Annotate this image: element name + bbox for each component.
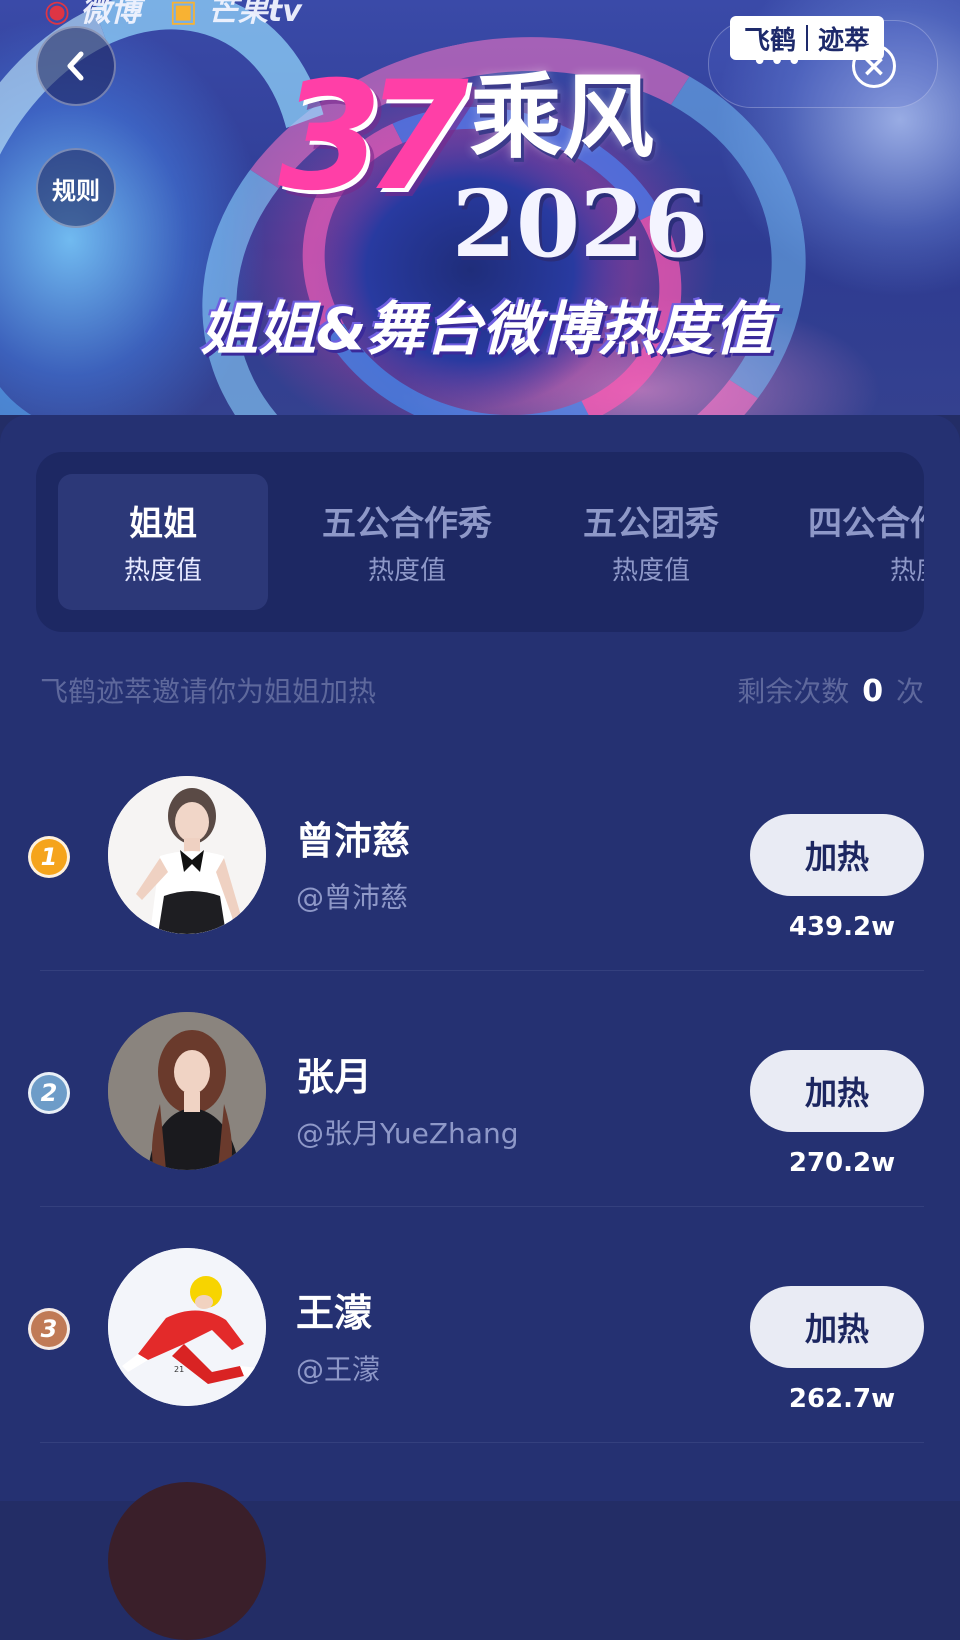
tab-title: 五公团秀 [583,504,719,544]
avatar: 21 [108,1248,266,1406]
tab-five-group-show[interactable]: 五公团秀 热度值 [534,452,768,632]
banner-year: 2026 [452,170,709,278]
tab-four-collab-show[interactable]: 四公合作 热度值 [808,452,924,632]
list-item: 1 曾沛慈 @曾沛慈 加热 439.2w [0,752,960,988]
avatar-portrait-icon [108,776,266,934]
row-divider [40,1206,924,1207]
tab-sisters[interactable]: 姐姐 热度值 [36,452,290,632]
more-icon[interactable]: ••• [752,49,804,75]
boost-button[interactable]: 加热 [750,814,924,896]
contestant-handle[interactable]: @曾沛慈 [296,876,408,916]
remaining-number: 0 [862,674,884,709]
remaining-suffix: 次 [895,675,924,708]
contestant-name: 曾沛慈 [296,819,411,863]
back-button[interactable] [36,26,116,106]
rank-badge: 2 [28,1072,70,1114]
heat-score: 262.7w [788,1384,896,1414]
tab-title: 姐姐 [129,504,197,544]
rules-button[interactable]: 规则 [36,148,116,228]
remaining-prefix: 剩余次数 [737,675,850,708]
avatar-portrait-icon: 21 [108,1248,266,1406]
tab-subtitle: 热度值 [367,556,446,586]
mango-logo-text: 芒果tv [207,0,302,29]
close-button[interactable]: × [852,44,896,88]
weibo-logo-text: 微博 [80,0,141,29]
close-icon: × [861,48,887,84]
event-banner: ◉ 微博 ▣ 芒果tv 规则 飞鹤 迹萃 ••• × 37 乘风 2026 姐姐… [0,0,960,415]
category-tabs: 姐姐 热度值 五公合作秀 热度值 五公团秀 热度值 四公合作 热度值 [36,452,924,632]
show-logo: 37 [278,50,469,224]
tab-title: 四公合作 [808,504,924,544]
avatar-partial [108,1482,266,1640]
weibo-logo-icon: ◉ [44,0,71,29]
invite-text: 飞鹤迹萃邀请你为姐姐加热 [40,675,377,708]
rank-badge: 3 [28,1308,70,1350]
heat-score: 270.2w [788,1148,896,1178]
svg-text:21: 21 [174,1365,184,1374]
mango-logo-icon: ▣ [169,0,198,29]
row-divider [40,1442,924,1443]
banner-subtitle: 姐姐&舞台微博热度值 [200,295,773,363]
avatar [108,776,266,934]
tab-subtitle: 热度值 [611,556,690,586]
brand-separator [806,25,809,51]
avatar-portrait-icon [108,1012,266,1170]
list-item: 3 21 王濛 @王濛 加热 262.7w [0,1224,960,1460]
remaining-count: 剩余次数 0 次 [737,670,924,710]
row-divider [40,970,924,971]
tab-title: 五公合作秀 [322,504,492,544]
contestant-handle[interactable]: @张月YueZhang [296,1112,518,1152]
contestant-handle[interactable]: @王濛 [296,1348,380,1388]
partner-logos: ◉ 微博 ▣ 芒果tv [44,0,302,30]
tab-five-collab-show[interactable]: 五公合作秀 热度值 [290,452,524,632]
rank-badge: 1 [28,836,70,878]
chevron-left-icon [67,51,84,81]
tab-subtitle: 热度值 [123,556,202,586]
contestant-name: 张月 [296,1055,373,1099]
contestant-name: 王濛 [296,1291,373,1335]
boost-button[interactable]: 加热 [750,1050,924,1132]
avatar [108,1012,266,1170]
heat-score: 439.2w [788,912,896,942]
list-item: 2 张月 @张月YueZhang 加热 270.2w [0,988,960,1224]
tab-subtitle: 热度值 [890,556,924,586]
banner-title: 乘风 [470,64,655,171]
boost-button[interactable]: 加热 [750,1286,924,1368]
